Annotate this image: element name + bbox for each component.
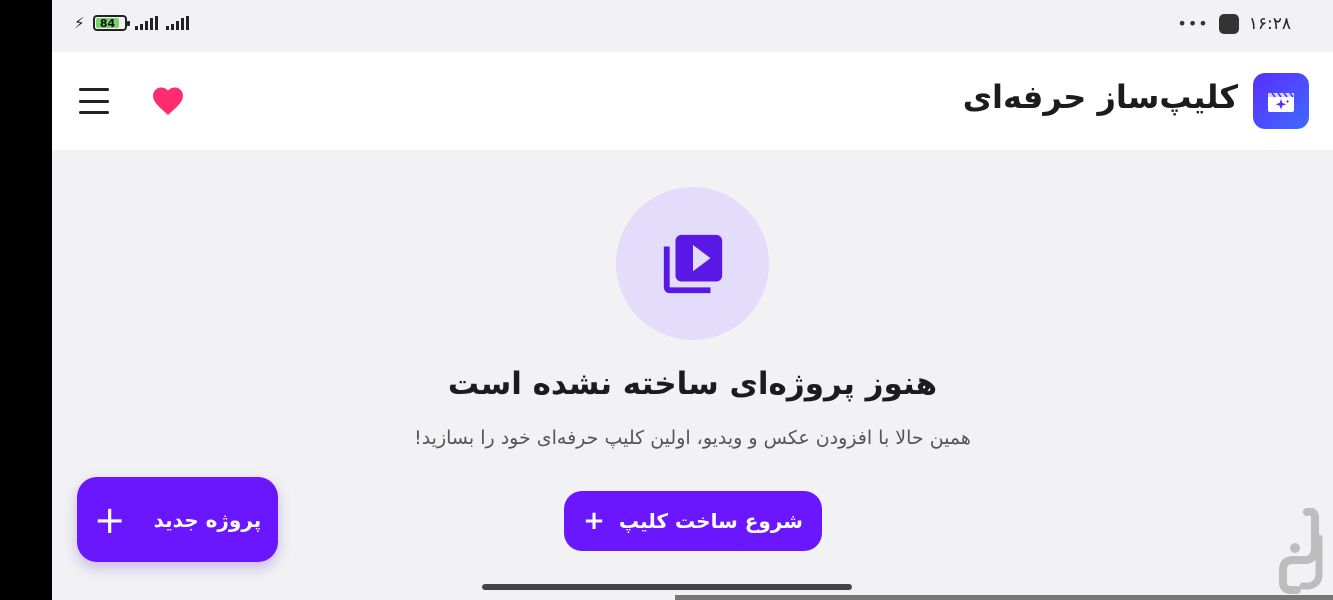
start-clip-button[interactable]: شروع ساخت کلیپ +	[564, 491, 822, 551]
signal-icon	[134, 16, 158, 30]
empty-state-subtitle: همین حالا با افزودن عکس و ویدیو، اولین ک…	[414, 427, 971, 449]
new-project-fab[interactable]: پروژه جدید +	[77, 477, 278, 562]
app-bar: کلیپ‌ساز حرفه‌ای	[52, 52, 1333, 150]
app-title: کلیپ‌ساز حرفه‌ای	[962, 78, 1238, 116]
hamburger-menu-icon[interactable]	[79, 88, 109, 114]
plus-icon: +	[583, 506, 605, 536]
plus-icon: +	[93, 497, 126, 542]
empty-state-illustration	[616, 187, 769, 340]
home-indicator[interactable]	[482, 584, 852, 590]
signal-icon	[165, 16, 189, 30]
new-project-label: پروژه جدید	[153, 507, 262, 532]
app-notification-icon	[1218, 14, 1239, 34]
charging-bolt-icon: ⚡	[74, 13, 85, 32]
empty-state-title: هنوز پروژه‌ای ساخته نشده است	[447, 366, 938, 402]
heart-icon[interactable]	[150, 83, 186, 119]
app-screen: ⚡ 84 ••• ۱۶:۲۸ کلیپ‌ساز حرفه‌ای	[52, 0, 1333, 600]
battery-level: 84	[99, 16, 116, 30]
status-right: ••• ۱۶:۲۸	[1177, 14, 1291, 34]
video-library-icon	[663, 234, 722, 293]
start-clip-label: شروع ساخت کلیپ	[618, 509, 803, 533]
status-indicators: ⚡ 84	[74, 15, 189, 31]
battery-icon: 84	[92, 15, 130, 31]
status-bar: ⚡ 84 ••• ۱۶:۲۸	[52, 0, 1333, 52]
more-dots-icon: •••	[1177, 14, 1209, 33]
movie-sparkle-icon	[1253, 73, 1309, 129]
status-clock: ۱۶:۲۸	[1248, 14, 1291, 34]
store-watermark-logo	[1279, 508, 1323, 594]
bottom-divider	[675, 595, 1333, 600]
